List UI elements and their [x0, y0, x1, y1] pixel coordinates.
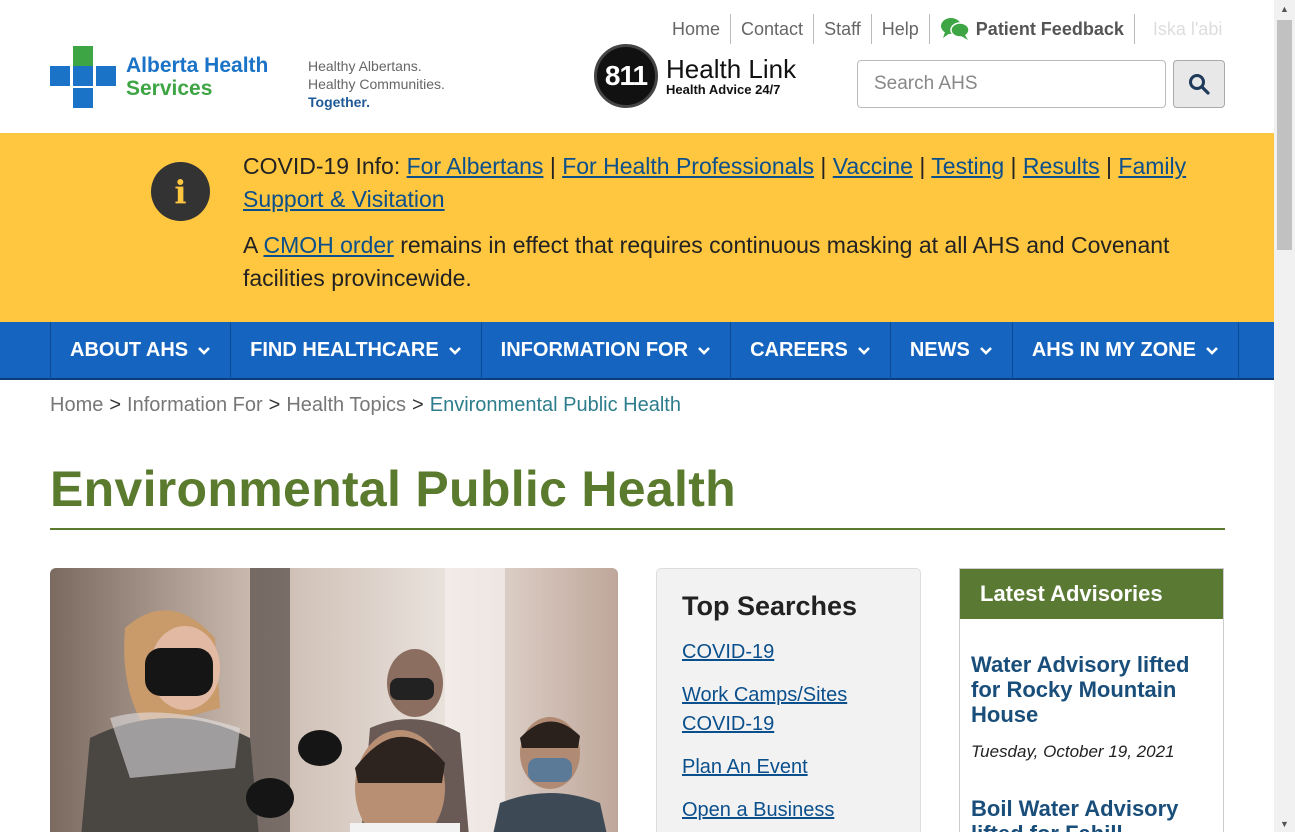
scroll-up-arrow-icon[interactable]: ▲: [1274, 0, 1295, 17]
covid-info-line: COVID-19 Info: For Albertans | For Healt…: [243, 150, 1203, 216]
tagline-line2: Healthy Communities.: [308, 76, 445, 92]
alert-separator: |: [549, 153, 556, 179]
chevron-down-icon: [198, 346, 211, 355]
utility-nav: Home Contact Staff Help Patient Feedback…: [662, 14, 1232, 44]
chat-bubbles-icon: [940, 18, 970, 40]
nav-label: AHS IN MY ZONE: [1031, 339, 1196, 361]
advisory-item: Boil Water Advisory lifted for Fahill: [960, 796, 1223, 832]
nav-news[interactable]: NEWS: [891, 322, 1013, 379]
search-form: [857, 60, 1225, 108]
page: Home Contact Staff Help Patient Feedback…: [0, 0, 1274, 832]
utility-contact-link[interactable]: Contact: [731, 14, 815, 44]
brand-name: Alberta Health Services: [126, 54, 268, 100]
alert-link-results[interactable]: Results: [1023, 153, 1100, 179]
top-searches-panel: Top Searches COVID-19 Work Camps/Sites C…: [656, 568, 921, 832]
breadcrumb-separator: >: [109, 394, 122, 416]
ahs-logo[interactable]: Alberta Health Services: [50, 46, 268, 108]
breadcrumb-health-topics[interactable]: Health Topics: [286, 394, 406, 416]
advisory-title-link[interactable]: Water Advisory lifted for Rocky Mountain…: [971, 652, 1212, 727]
scrollbar-thumb[interactable]: [1277, 20, 1292, 250]
chevron-down-icon: [979, 346, 992, 355]
health-link-subtitle: Health Advice 24/7: [666, 81, 781, 97]
tagline-line1: Healthy Albertans.: [308, 58, 422, 74]
health-link-title: Health Link: [666, 53, 797, 84]
search-input[interactable]: [857, 60, 1166, 108]
utility-staff-link[interactable]: Staff: [814, 14, 872, 44]
brand-name-line2: Services: [126, 77, 213, 100]
breadcrumb-separator: >: [412, 394, 424, 416]
language-link[interactable]: Iska l'abi: [1135, 14, 1232, 44]
nav-label: CAREERS: [750, 339, 848, 361]
breadcrumb: Home > Information For > Health Topics > Envir…: [50, 394, 681, 417]
advisory-item: Water Advisory lifted for Rocky Mountain…: [960, 652, 1223, 762]
top-searches-title: Top Searches: [682, 591, 858, 621]
advisories-header: Latest Advisories: [960, 569, 1223, 619]
vertical-scrollbar[interactable]: ▲ ▼: [1274, 0, 1295, 832]
cmoh-order-link[interactable]: CMOH order: [263, 232, 393, 258]
masking-notice: A CMOH order remains in effect that requ…: [243, 229, 1203, 295]
alert-link-testing[interactable]: Testing: [931, 153, 1004, 179]
page-title: Environmental Public Health: [50, 461, 737, 517]
nav-find-healthcare[interactable]: FIND HEALTHCARE: [231, 322, 482, 379]
covid-info-prefix: COVID-19 Info:: [243, 153, 401, 179]
title-divider: [50, 528, 1225, 530]
top-search-link[interactable]: COVID-19: [682, 638, 895, 667]
tagline-line3: Together.: [308, 94, 370, 110]
nav-label: FIND HEALTHCARE: [250, 339, 439, 361]
tagline: Healthy Albertans. Healthy Communities. …: [308, 57, 445, 111]
nav-information-for[interactable]: INFORMATION FOR: [482, 322, 732, 379]
patient-feedback-label: Patient Feedback: [975, 19, 1124, 39]
alert-separator: |: [1010, 153, 1017, 179]
ahs-cross-logo-icon: [50, 46, 116, 108]
scroll-down-arrow-icon[interactable]: ▼: [1274, 815, 1295, 832]
health-link-number: 811: [594, 44, 658, 108]
alert-separator: |: [1106, 153, 1112, 179]
notice-start: A: [243, 232, 258, 258]
chevron-down-icon: [1206, 346, 1218, 355]
brand-name-line1: Alberta Health: [126, 54, 269, 77]
nav-label: ABOUT AHS: [70, 339, 189, 361]
nav-careers[interactable]: CAREERS: [731, 322, 891, 379]
utility-home-link[interactable]: Home: [662, 14, 732, 44]
breadcrumb-home[interactable]: Home: [50, 394, 103, 416]
utility-help-link[interactable]: Help: [872, 14, 930, 44]
alert-separator: |: [919, 153, 926, 179]
alert-link-health-professionals[interactable]: For Health Professionals: [562, 153, 814, 179]
chevron-down-icon: [448, 346, 461, 355]
search-icon: [1189, 74, 1210, 95]
breadcrumb-information-for[interactable]: Information For: [127, 394, 263, 416]
top-search-link[interactable]: Work Camps/Sites COVID-19: [682, 681, 895, 739]
health-link-logo[interactable]: 811 Health Link Health Advice 24/7: [594, 44, 796, 108]
top-search-link[interactable]: Plan An Event: [682, 753, 895, 782]
covid-alert-banner: i COVID-19 Info: For Albertans | For Hea…: [0, 133, 1274, 322]
alert-link-albertans[interactable]: For Albertans: [407, 153, 544, 179]
salon-workers-image: [50, 568, 618, 832]
main-nav: ABOUT AHS FIND HEALTHCARE INFORMATION FO…: [0, 322, 1274, 380]
top-search-link[interactable]: Open a Business: [682, 796, 895, 825]
search-button[interactable]: [1173, 60, 1225, 108]
advisory-title-link[interactable]: Boil Water Advisory lifted for Fahill: [971, 796, 1212, 832]
alert-link-vaccine[interactable]: Vaccine: [833, 153, 913, 179]
breadcrumb-current: Environmental Public Health: [429, 394, 681, 416]
advisory-date: Tuesday, October 19, 2021: [971, 742, 1175, 761]
chevron-down-icon: [698, 346, 710, 355]
latest-advisories-panel: Latest Advisories Water Advisory lifted …: [959, 568, 1224, 832]
alert-separator: |: [820, 153, 827, 179]
nav-label: NEWS: [909, 339, 970, 361]
chevron-down-icon: [857, 346, 870, 355]
breadcrumb-separator: >: [268, 394, 281, 416]
nav-ahs-in-my-zone[interactable]: AHS IN MY ZONE: [1013, 322, 1239, 379]
nav-about-ahs[interactable]: ABOUT AHS: [51, 322, 232, 379]
info-icon: i: [151, 162, 210, 221]
nav-label: INFORMATION FOR: [500, 339, 689, 361]
hair-salon-photo: [50, 568, 618, 832]
patient-feedback-link[interactable]: Patient Feedback: [930, 14, 1135, 44]
